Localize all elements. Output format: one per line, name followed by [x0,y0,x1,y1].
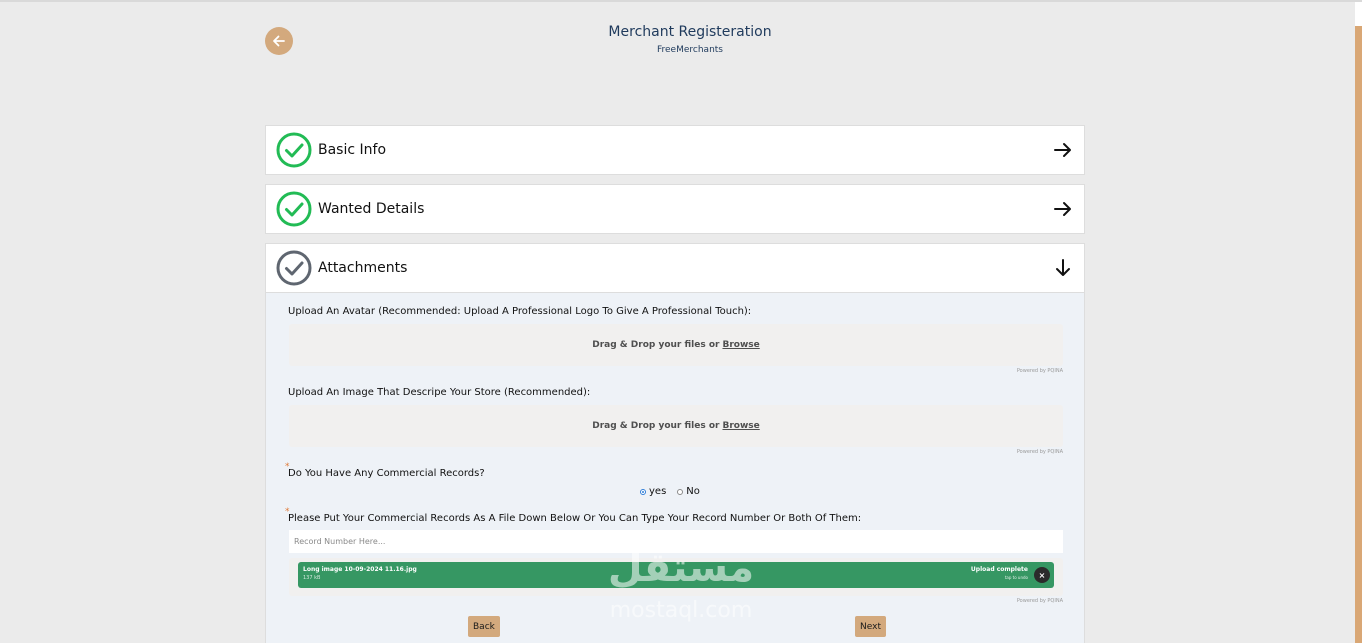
check-circle-icon [276,132,312,168]
back-arrow-button[interactable] [265,27,293,55]
top-corner [1355,2,1362,26]
file-name: Long image 10-09-2024 11.16.jpg [303,566,417,573]
arrow-down-icon[interactable] [1052,257,1074,279]
uploaded-file-item: Long image 10-09-2024 11.16.jpg 137 kB U… [298,562,1054,588]
radio-yes-label[interactable]: yes [649,486,666,497]
powered-by-label: Powered by PQINA [1016,368,1063,374]
step-attachments[interactable]: Attachments [265,243,1085,293]
step-basic-info[interactable]: Basic Info [265,125,1085,175]
powered-by-label: Powered by PQINA [1016,598,1063,604]
step-label: Attachments [318,260,408,276]
top-border [0,0,1362,2]
avatar-upload-label: Upload An Avatar (Recommended: Upload A … [288,306,752,317]
page-title: Merchant Registeration [608,24,772,40]
browse-link[interactable]: Browse [722,340,759,350]
check-circle-icon [276,191,312,227]
radio-yes[interactable] [640,488,646,495]
radio-no[interactable] [677,488,684,495]
dropzone-text: Drag & Drop your files or [592,340,720,350]
file-size: 137 kB [303,575,321,581]
store-image-dropzone[interactable]: Drag & Drop your files or Browse [289,405,1063,447]
browse-link[interactable]: Browse [722,421,759,431]
store-image-label: Upload An Image That Descripe Your Store… [288,387,591,398]
step-wanted-details[interactable]: Wanted Details [265,184,1085,234]
remove-file-button[interactable]: × [1034,567,1050,583]
radio-no-label[interactable]: No [686,486,700,497]
back-button[interactable]: Back [468,616,500,637]
close-icon: × [1038,570,1046,580]
next-button[interactable]: Next [855,616,886,637]
check-circle-icon [276,250,312,286]
commercial-question: Do You Have Any Commercial Records? [288,468,485,479]
record-number-input[interactable] [289,530,1063,553]
commercial-radio-group: yes No [640,486,700,497]
avatar-dropzone[interactable]: Drag & Drop your files or Browse [289,324,1063,366]
arrow-right-icon[interactable] [1052,139,1074,161]
powered-by-label: Powered by PQINA [1016,449,1063,455]
arrow-right-icon[interactable] [1052,198,1074,220]
records-label: Please Put Your Commercial Records As A … [288,513,862,524]
page-subtitle: FreeMerchants [657,45,723,55]
undo-hint[interactable]: tap to undo [1005,575,1028,580]
upload-status: Upload complete [970,566,1028,573]
step-label: Basic Info [318,142,387,158]
page-scrollbar[interactable] [1355,26,1362,643]
arrow-left-icon [273,35,285,47]
dropzone-text: Drag & Drop your files or [592,421,720,431]
step-label: Wanted Details [318,201,425,217]
